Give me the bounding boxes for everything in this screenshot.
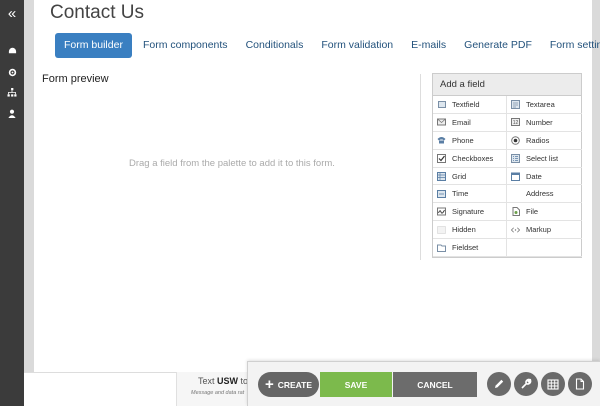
palette-item-label: Address bbox=[526, 189, 554, 199]
user-icon[interactable] bbox=[5, 106, 19, 120]
palette-item-label: Phone bbox=[452, 135, 474, 145]
pencil-icon[interactable] bbox=[487, 372, 511, 396]
address-icon bbox=[511, 189, 520, 198]
palette-grid: Textfield Textarea Email 12 Number Phone… bbox=[433, 96, 582, 258]
palette-item-label: Grid bbox=[452, 171, 467, 181]
palette-item-label: Textarea bbox=[526, 99, 555, 109]
palette-item-label: Number bbox=[526, 117, 553, 127]
palette-item-number[interactable]: 12 Number bbox=[507, 114, 582, 132]
textfield-icon bbox=[437, 100, 446, 109]
palette-item-label: Signature bbox=[452, 207, 485, 217]
dashboard-icon[interactable] bbox=[5, 43, 19, 57]
vertical-divider bbox=[420, 74, 421, 260]
grid-icon bbox=[437, 171, 446, 181]
action-toolbar: + CREATE SAVE CANCEL bbox=[247, 361, 600, 406]
tab-form-components[interactable]: Form components bbox=[134, 33, 237, 58]
checkbox-icon bbox=[437, 153, 446, 163]
sms-notice-text: Text USW to bbox=[198, 376, 249, 386]
collapse-sidebar-icon[interactable]: « bbox=[0, 4, 24, 24]
form-editor-panel: Contact Us Form builder Form components … bbox=[34, 0, 600, 372]
palette-header: Add a field bbox=[433, 74, 581, 96]
radio-icon bbox=[511, 135, 520, 145]
file-icon bbox=[511, 207, 520, 217]
cancel-button[interactable]: CANCEL bbox=[393, 372, 477, 397]
time-icon bbox=[437, 189, 446, 198]
tab-generate-pdf[interactable]: Generate PDF bbox=[455, 33, 541, 58]
date-icon bbox=[511, 172, 520, 181]
palette-item-markup[interactable]: Markup bbox=[507, 221, 582, 240]
left-gutter bbox=[24, 0, 34, 406]
palette-item-label: Textfield bbox=[452, 99, 480, 109]
palette-item-address[interactable]: Address bbox=[507, 185, 582, 204]
create-button[interactable]: + CREATE bbox=[258, 372, 319, 397]
palette-item-label: Hidden bbox=[452, 225, 476, 235]
palette-item-select-list[interactable]: Select list bbox=[507, 150, 582, 168]
palette-item-label: File bbox=[526, 207, 539, 217]
left-sidebar: « bbox=[0, 0, 24, 406]
field-palette: Add a field Textfield Textarea Email 12 … bbox=[432, 73, 582, 259]
document-icon[interactable] bbox=[568, 372, 592, 396]
palette-item-label: Date bbox=[526, 171, 542, 181]
palette-item-label: Checkboxes bbox=[452, 153, 494, 163]
palette-item-label: Email bbox=[452, 117, 471, 127]
palette-item-phone[interactable]: Phone bbox=[433, 131, 507, 150]
palette-item-hidden[interactable]: Hidden bbox=[433, 221, 507, 240]
textarea-icon bbox=[511, 99, 520, 109]
fieldset-icon bbox=[437, 243, 446, 252]
number-icon: 12 bbox=[511, 118, 520, 127]
form-preview-label: Form preview bbox=[42, 73, 109, 85]
tab-form-validation[interactable]: Form validation bbox=[312, 33, 402, 58]
drop-zone-hint[interactable]: Drag a field from the palette to add it … bbox=[129, 158, 335, 169]
palette-item-textarea[interactable]: Textarea bbox=[507, 96, 582, 114]
palette-item-label: Fieldset bbox=[452, 243, 479, 253]
palette-item-empty bbox=[507, 239, 582, 258]
palette-item-signature[interactable]: Signature bbox=[433, 203, 507, 222]
palette-item-date[interactable]: Date bbox=[507, 168, 582, 186]
phone-icon bbox=[437, 136, 446, 145]
hidden-icon bbox=[437, 225, 446, 234]
palette-item-textfield[interactable]: Textfield bbox=[433, 96, 507, 114]
palette-item-fieldset[interactable]: Fieldset bbox=[433, 239, 507, 258]
email-icon bbox=[437, 118, 446, 127]
wrench-icon[interactable] bbox=[514, 372, 538, 396]
form-tabs: Form builder Form components Conditional… bbox=[55, 33, 600, 58]
palette-item-radios[interactable]: Radios bbox=[507, 132, 582, 150]
svg-text:12: 12 bbox=[513, 120, 519, 126]
gear-icon[interactable] bbox=[5, 65, 19, 79]
palette-item-label: Select list bbox=[526, 153, 559, 163]
tab-form-settings[interactable]: Form settings bbox=[541, 33, 600, 58]
palette-item-time[interactable]: Time bbox=[433, 185, 507, 204]
select-list-icon bbox=[511, 153, 520, 163]
palette-item-label: Markup bbox=[526, 225, 552, 235]
palette-item-file[interactable]: File bbox=[507, 203, 582, 222]
page-title: Contact Us bbox=[50, 2, 144, 23]
palette-item-email[interactable]: Email bbox=[433, 113, 507, 132]
plus-icon: + bbox=[264, 375, 274, 393]
palette-item-grid[interactable]: Grid bbox=[433, 167, 507, 186]
tab-form-builder[interactable]: Form builder bbox=[55, 33, 132, 58]
palette-item-label: Time bbox=[452, 189, 469, 199]
signature-icon bbox=[437, 207, 446, 216]
sms-notice-subtext: Message and data rat bbox=[191, 390, 245, 396]
sitemap-icon[interactable] bbox=[5, 85, 19, 99]
palette-item-checkboxes[interactable]: Checkboxes bbox=[433, 149, 507, 168]
save-button[interactable]: SAVE bbox=[320, 372, 392, 397]
tab-conditionals[interactable]: Conditionals bbox=[237, 33, 313, 58]
palette-item-label: Radios bbox=[526, 135, 550, 145]
table-icon[interactable] bbox=[541, 372, 565, 396]
markup-icon bbox=[511, 225, 520, 234]
tab-e-mails[interactable]: E-mails bbox=[402, 33, 455, 58]
right-gutter bbox=[592, 0, 600, 406]
